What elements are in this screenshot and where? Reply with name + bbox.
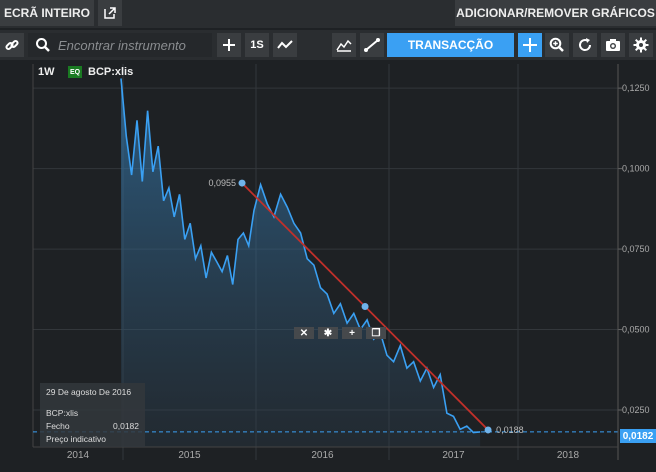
add-drawing-button[interactable]: + bbox=[342, 327, 362, 339]
crosshair-button[interactable] bbox=[518, 33, 542, 57]
y-axis: 0,1250 0,1000 0,0750 0,0500 0,0250 bbox=[617, 64, 650, 460]
interval-button[interactable]: 1S bbox=[245, 33, 269, 57]
zoom-in-icon bbox=[549, 37, 564, 52]
search-icon bbox=[36, 38, 50, 52]
drawing-settings-button[interactable]: ✱ bbox=[318, 327, 338, 339]
tooltip-symbol: BCP:xlis bbox=[46, 408, 79, 418]
period-label: 1W bbox=[38, 66, 55, 78]
y-tick-label: 0,0250 bbox=[622, 405, 650, 415]
link-icon bbox=[5, 39, 19, 51]
tooltip-close-row: Fecho 0,0182 bbox=[46, 421, 139, 434]
x-tick-label: 2015 bbox=[178, 450, 201, 461]
delete-drawing-button[interactable]: ✕ bbox=[294, 327, 314, 339]
trendline-start-handle bbox=[238, 179, 246, 187]
trendline-mid-handle bbox=[361, 303, 369, 311]
tooltip-close-value: 0,0182 bbox=[113, 421, 139, 431]
trendline-end-label: 0,0188 bbox=[496, 425, 524, 435]
chart-type-button[interactable] bbox=[273, 33, 297, 57]
indicators-button[interactable] bbox=[332, 33, 356, 57]
y-tick-label: 0,0500 bbox=[622, 325, 650, 335]
snapshot-button[interactable] bbox=[601, 33, 625, 57]
add-remove-charts-button[interactable]: ADICIONAR/REMOVER GRÁFICOS bbox=[455, 0, 656, 26]
data-tooltip: 29 De agosto De 2016 BCP:xlis Fecho 0,01… bbox=[40, 383, 145, 447]
fullscreen-button[interactable]: ECRÃ INTEIRO bbox=[0, 0, 94, 26]
price-area bbox=[121, 78, 481, 447]
tooltip-indicative: Preço indicativo bbox=[46, 434, 107, 444]
tooltip-date: 29 De agosto De 2016 bbox=[46, 387, 132, 397]
search-box bbox=[28, 33, 212, 57]
popout-button[interactable] bbox=[98, 0, 122, 26]
symbol-label: BCP:xlis bbox=[88, 66, 134, 78]
camera-icon bbox=[606, 39, 620, 51]
trendline-start-label: 0,0955 bbox=[208, 178, 236, 188]
indicators-icon bbox=[336, 39, 352, 52]
refresh-icon bbox=[579, 38, 592, 51]
search-input[interactable] bbox=[58, 33, 208, 57]
add-instrument-button[interactable] bbox=[217, 33, 241, 57]
popout-icon bbox=[104, 7, 116, 19]
drawing-tools: ✕ ✱ + ❐ bbox=[294, 327, 386, 339]
plus-icon bbox=[223, 39, 235, 51]
current-price-tag: 0,0182 bbox=[620, 429, 656, 443]
x-tick-label: 2018 bbox=[557, 450, 580, 461]
x-axis: 2014 2015 2016 2017 2018 bbox=[33, 446, 618, 461]
trade-button[interactable]: TRANSACÇÃO bbox=[387, 33, 514, 57]
settings-button[interactable] bbox=[629, 33, 653, 57]
y-tick-label: 0,1000 bbox=[622, 164, 650, 174]
link-button[interactable] bbox=[0, 33, 24, 57]
tooltip-close-label: Fecho bbox=[46, 421, 70, 431]
crosshair-icon bbox=[523, 38, 537, 52]
y-tick-label: 0,0750 bbox=[622, 244, 650, 254]
y-tick-label: 0,1250 bbox=[622, 83, 650, 93]
gear-icon bbox=[633, 37, 649, 53]
equity-badge: EQ bbox=[68, 66, 82, 78]
chart-toolbar: 1S TRANSACÇÃO bbox=[0, 30, 656, 60]
x-tick-label: 2014 bbox=[67, 450, 90, 461]
line-chart-icon bbox=[277, 40, 293, 49]
trendline-icon bbox=[364, 38, 380, 52]
top-bar: ECRÃ INTEIRO ADICIONAR/REMOVER GRÁFICOS bbox=[0, 0, 656, 28]
x-tick-label: 2016 bbox=[311, 450, 334, 461]
trendline-end-handle bbox=[484, 426, 492, 434]
x-tick-label: 2017 bbox=[442, 450, 465, 461]
draw-line-button[interactable] bbox=[360, 33, 384, 57]
copy-drawing-button[interactable]: ❐ bbox=[366, 327, 386, 339]
reset-button[interactable] bbox=[573, 33, 597, 57]
zoom-button[interactable] bbox=[545, 33, 569, 57]
